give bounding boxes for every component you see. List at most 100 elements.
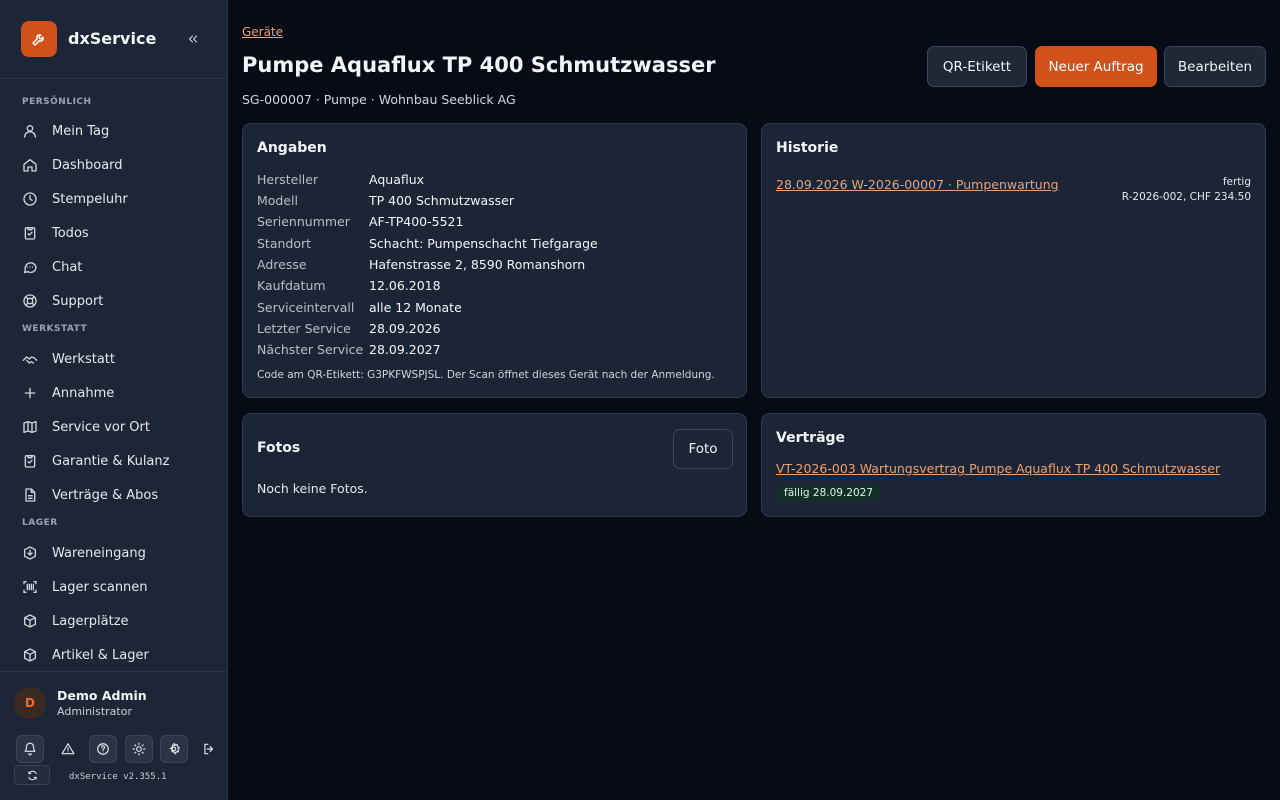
sidebar-item-label: Chat — [52, 259, 83, 275]
help-icon[interactable] — [89, 735, 117, 763]
photos-card: Fotos Foto Noch keine Fotos. — [242, 413, 747, 517]
warning-icon[interactable] — [54, 735, 82, 763]
contracts-card: Verträge VT-2026-003 Wartungsvertrag Pum… — [761, 413, 1266, 517]
detail-value: Schacht: Pumpenschacht Tiefgarage — [369, 236, 598, 251]
history-card: Historie 28.09.2026 W-2026-00007 · Pumpe… — [761, 123, 1266, 398]
package-in-icon — [21, 544, 39, 562]
home-icon — [21, 156, 39, 174]
clipboard-check-icon — [21, 224, 39, 242]
version-label: dxService v2.355.1 — [69, 772, 167, 782]
user-panel: D Demo Admin Administrator dxService v2.… — [0, 671, 227, 800]
sidebar-item-support[interactable]: Support — [14, 286, 214, 316]
app-name: dxService — [68, 29, 157, 48]
nav-section-lager: LAGER — [22, 518, 58, 528]
sidebar-item-lagerplaetze[interactable]: Lagerplätze — [14, 606, 214, 636]
qr-code-note: Code am QR-Etikett: G3PKFWSPJSL. Der Sca… — [257, 369, 715, 381]
gear-icon[interactable] — [160, 735, 188, 763]
detail-label: Adresse — [257, 257, 307, 272]
sidebar-item-label: Wareneingang — [52, 545, 146, 561]
clipboard-check-icon — [21, 452, 39, 470]
sidebar-item-label: Stempeluhr — [52, 191, 128, 207]
sidebar-item-dashboard[interactable]: Dashboard — [14, 150, 214, 180]
sidebar-item-artikel-lager[interactable]: Artikel & Lager — [14, 640, 214, 670]
detail-value: alle 12 Monate — [369, 300, 462, 315]
sidebar-item-mein-tag[interactable]: Mein Tag — [14, 116, 214, 146]
detail-value: TP 400 Schmutzwasser — [369, 193, 515, 208]
photos-card-title: Fotos — [257, 440, 301, 456]
sun-icon[interactable] — [125, 735, 153, 763]
detail-value: 12.06.2018 — [369, 278, 441, 293]
history-entry-status: fertig — [1222, 176, 1251, 188]
sidebar-item-label: Artikel & Lager — [52, 647, 149, 663]
sidebar-item-wareneingang[interactable]: Wareneingang — [14, 538, 214, 568]
detail-label: Standort — [257, 236, 312, 251]
user-role: Administrator — [57, 705, 132, 718]
collapse-sidebar-icon[interactable] — [184, 30, 202, 48]
clock-icon — [21, 190, 39, 208]
logout-icon[interactable] — [195, 735, 223, 763]
lifebuoy-icon — [21, 292, 39, 310]
sidebar-item-vertraege-abos[interactable]: Verträge & Abos — [14, 480, 214, 510]
avatar[interactable]: D — [14, 687, 46, 719]
contracts-card-title: Verträge — [776, 430, 846, 446]
plus-icon — [21, 384, 39, 402]
sidebar-item-label: Todos — [52, 225, 89, 241]
sidebar-item-lager-scannen[interactable]: Lager scannen — [14, 572, 214, 602]
detail-label: Seriennummer — [257, 214, 350, 229]
sidebar-item-annahme[interactable]: Annahme — [14, 378, 214, 408]
box-icon — [21, 646, 39, 664]
bell-icon[interactable] — [16, 735, 44, 763]
box-icon — [21, 612, 39, 630]
sidebar-item-werkstatt[interactable]: Werkstatt — [14, 344, 214, 374]
breadcrumb[interactable]: Geräte — [242, 25, 283, 39]
sidebar-item-todos[interactable]: Todos — [14, 218, 214, 248]
detail-value: AF-TP400-5521 — [369, 214, 464, 229]
sidebar-item-label: Verträge & Abos — [52, 487, 159, 503]
sidebar-item-label: Mein Tag — [52, 123, 110, 139]
detail-value: Aquaflux — [369, 172, 425, 187]
detail-label: Serviceintervall — [257, 300, 355, 315]
sidebar-item-label: Annahme — [52, 385, 115, 401]
page-subtitle: SG-000007 · Pumpe · Wohnbau Seeblick AG — [242, 92, 516, 107]
add-photo-button[interactable]: Foto — [673, 429, 733, 469]
user-name: Demo Admin — [57, 688, 147, 703]
due-date-badge: fällig 28.09.2027 — [776, 485, 882, 501]
sidebar-item-label: Garantie & Kulanz — [52, 453, 170, 469]
sidebar-item-garantie-kulanz[interactable]: Garantie & Kulanz — [14, 446, 214, 476]
contract-link[interactable]: VT-2026-003 Wartungsvertrag Pumpe Aquafl… — [776, 461, 1220, 476]
map-icon — [21, 418, 39, 436]
sidebar-item-chat[interactable]: Chat — [14, 252, 214, 282]
detail-value: 28.09.2027 — [369, 342, 441, 357]
history-entry-link[interactable]: 28.09.2026 W-2026-00007 · Pumpenwartung — [776, 177, 1059, 192]
detail-value: 28.09.2026 — [369, 321, 441, 336]
nav-section-werkstatt: WERKSTATT — [22, 324, 88, 334]
handshake-icon — [21, 350, 39, 368]
detail-label: Hersteller — [257, 172, 319, 187]
history-entry-detail: R-2026-002, CHF 234.50 — [1121, 191, 1251, 203]
barcode-icon — [21, 578, 39, 596]
document-icon — [21, 486, 39, 504]
sidebar-item-label: Lagerplätze — [52, 613, 129, 629]
sidebar-item-label: Support — [52, 293, 104, 309]
detail-label: Letzter Service — [257, 321, 351, 336]
new-order-button[interactable]: Neuer Auftrag — [1035, 46, 1157, 87]
chat-bubble-icon — [21, 258, 39, 276]
edit-button[interactable]: Bearbeiten — [1164, 46, 1266, 87]
sidebar-item-stempeluhr[interactable]: Stempeluhr — [14, 184, 214, 214]
sidebar-item-service-vor-ort[interactable]: Service vor Ort — [14, 412, 214, 442]
history-card-title: Historie — [776, 140, 839, 156]
sidebar-item-label: Dashboard — [52, 157, 123, 173]
qr-label-button[interactable]: QR-Etikett — [927, 46, 1027, 87]
wrench-icon — [21, 21, 57, 57]
detail-label: Nächster Service — [257, 342, 364, 357]
photos-empty-text: Noch keine Fotos. — [257, 481, 368, 496]
sidebar-item-label: Lager scannen — [52, 579, 148, 595]
details-card: Angaben Hersteller Aquaflux Modell TP 40… — [242, 123, 747, 398]
brand-header: dxService — [0, 0, 227, 79]
nav-section-persoenlich: PERSÖNLICH — [22, 97, 92, 107]
refresh-icon[interactable] — [14, 765, 50, 785]
detail-value: Hafenstrasse 2, 8590 Romanshorn — [369, 257, 586, 272]
page-title: Pumpe Aquaflux TP 400 Schmutzwasser — [242, 53, 716, 77]
sidebar-item-label: Service vor Ort — [52, 419, 150, 435]
detail-label: Kaufdatum — [257, 278, 326, 293]
